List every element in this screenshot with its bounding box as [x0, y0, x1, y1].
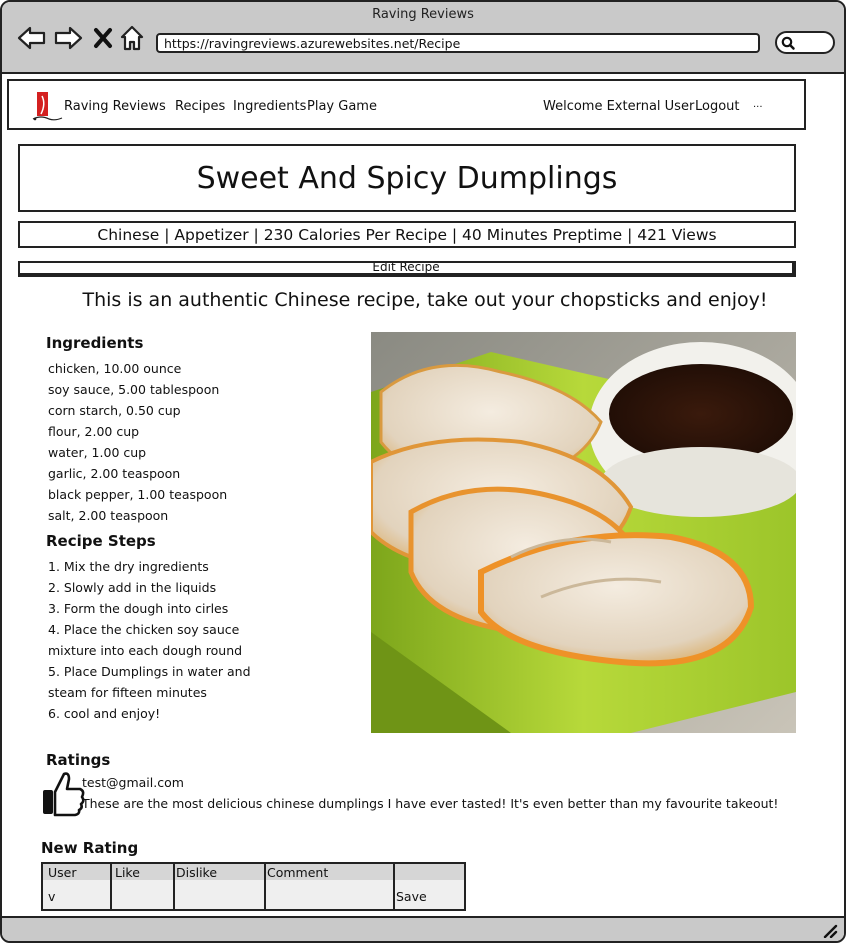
steps-list: 1. Mix the dry ingredients 2. Slowly add…: [48, 556, 251, 724]
new-rating-table: User Like Dislike Comment v Save: [41, 862, 466, 911]
col-user: User: [48, 865, 77, 880]
recipe-title-box: Sweet And Spicy Dumplings: [18, 144, 796, 212]
col-dislike: Dislike: [176, 865, 218, 880]
step-line: 2. Slowly add in the liquids: [48, 580, 217, 595]
brand-logo[interactable]: [31, 90, 65, 122]
welcome-text: Welcome External User: [543, 99, 695, 114]
home-icon: [120, 25, 144, 51]
browser-window: Raving Reviews https://ravingreviews.azu…: [0, 0, 846, 943]
ingredient-item: salt, 2.00 teaspoon: [48, 508, 169, 523]
col-like: Like: [115, 865, 140, 880]
step-line: 3. Form the dough into cirles: [48, 601, 229, 616]
column-divider: [110, 864, 112, 909]
arrow-left-icon: [17, 26, 46, 50]
ingredient-item: flour, 2.00 cup: [48, 424, 140, 439]
step-line: 5. Place Dumplings in water and: [48, 664, 251, 679]
address-bar[interactable]: https://ravingreviews.azurewebsites.net/…: [156, 33, 760, 53]
dumplings-photo: [371, 332, 796, 733]
search-icon: [781, 36, 795, 50]
stop-button[interactable]: [88, 24, 118, 52]
ingredients-list: chicken, 10.00 ounce soy sauce, 5.00 tab…: [48, 358, 227, 526]
recipe-meta: Chinese | Appetizer | 230 Calories Per R…: [97, 225, 717, 244]
nav-link-ingredients[interactable]: Ingredients: [233, 99, 306, 114]
dislike-input[interactable]: [176, 880, 262, 909]
forward-button[interactable]: [53, 24, 83, 52]
ratings-heading: Ratings: [46, 751, 111, 769]
recipe-photo: [371, 332, 796, 733]
back-button[interactable]: [17, 24, 47, 52]
browser-status-bar: [2, 916, 844, 941]
browser-toolbar: Raving Reviews https://ravingreviews.azu…: [2, 2, 844, 74]
logout-link[interactable]: Logout: [695, 99, 740, 114]
new-rating-header-row: [43, 864, 464, 880]
ingredients-heading: Ingredients: [46, 334, 144, 352]
nav-brand-link[interactable]: Raving Reviews: [64, 99, 166, 114]
step-line: 6. cool and enjoy!: [48, 706, 161, 721]
rating-entry-icon: [40, 770, 86, 818]
steps-heading: Recipe Steps: [46, 532, 156, 550]
user-input[interactable]: v: [48, 889, 55, 904]
step-line: 1. Mix the dry ingredients: [48, 559, 209, 574]
step-line: mixture into each dough round: [48, 643, 243, 658]
browser-search-box[interactable]: [775, 31, 835, 54]
like-input[interactable]: [113, 880, 171, 909]
site-navbar: Raving Reviews Recipes Ingredients Play …: [7, 79, 806, 130]
column-divider: [173, 864, 175, 909]
window-title: Raving Reviews: [372, 7, 474, 22]
comment-input[interactable]: [267, 880, 391, 909]
nav-link-play-game[interactable]: Play Game: [307, 99, 377, 114]
edit-recipe-button[interactable]: Edit Recipe: [18, 261, 796, 277]
close-icon: [94, 28, 112, 48]
recipe-description: This is an authentic Chinese recipe, tak…: [82, 289, 768, 311]
edit-recipe-label: Edit Recipe: [372, 261, 440, 274]
new-rating-heading: New Rating: [41, 839, 139, 857]
column-divider: [393, 864, 395, 909]
recipe-title: Sweet And Spicy Dumplings: [196, 160, 618, 196]
nav-link-recipes[interactable]: Recipes: [175, 99, 225, 114]
recipe-meta-box: Chinese | Appetizer | 230 Calories Per R…: [18, 221, 796, 248]
ingredient-item: corn starch, 0.50 cup: [48, 403, 181, 418]
rating-comment: These are the most delicious chinese dum…: [82, 796, 779, 811]
step-line: steam for fifteen minutes: [48, 685, 207, 700]
save-button[interactable]: Save: [396, 889, 427, 904]
ingredient-item: soy sauce, 5.00 tablespoon: [48, 382, 220, 397]
thumbs-up-icon: [43, 772, 85, 817]
more-menu[interactable]: ...: [753, 99, 763, 110]
chili-pepper-logo: [32, 92, 63, 121]
ingredient-item: chicken, 10.00 ounce: [48, 361, 182, 376]
home-button[interactable]: [117, 24, 147, 52]
col-comment: Comment: [267, 865, 329, 880]
step-line: 4. Place the chicken soy sauce: [48, 622, 240, 637]
resize-grip-icon[interactable]: [822, 924, 838, 938]
column-divider: [264, 864, 266, 909]
rating-user: test@gmail.com: [82, 775, 184, 790]
ingredient-item: water, 1.00 cup: [48, 445, 147, 460]
arrow-right-icon: [54, 26, 83, 50]
ingredient-item: garlic, 2.00 teaspoon: [48, 466, 181, 481]
ingredient-item: black pepper, 1.00 teaspoon: [48, 487, 228, 502]
